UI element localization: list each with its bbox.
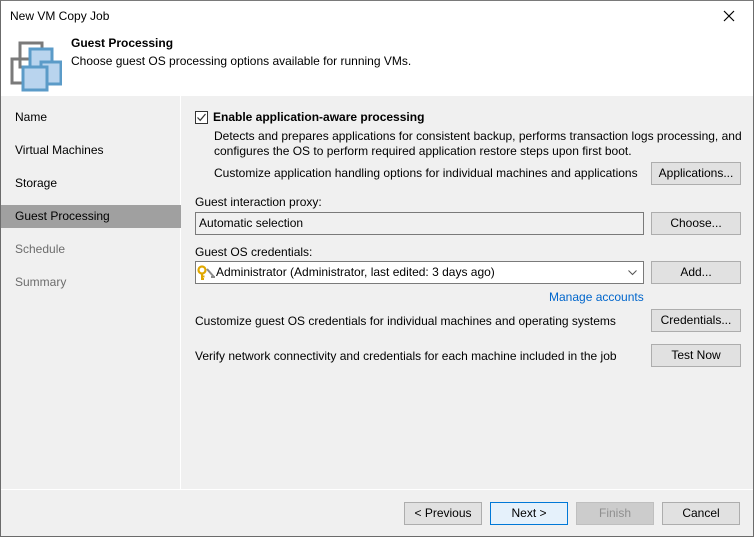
credentials-dropdown[interactable]: Administrator (Administrator, last edite…	[195, 261, 644, 284]
close-button[interactable]	[707, 1, 751, 31]
manage-accounts-link[interactable]: Manage accounts	[549, 290, 644, 304]
title-bar: New VM Copy Job	[1, 1, 753, 31]
wizard-steps: Name Virtual Machines Storage Guest Proc…	[1, 96, 181, 489]
step-summary: Summary	[15, 275, 67, 289]
close-icon	[723, 10, 735, 22]
proxy-field[interactable]: Automatic selection	[195, 212, 644, 235]
app-aware-label[interactable]: Enable application-aware processing	[213, 110, 424, 124]
step-schedule: Schedule	[15, 242, 66, 256]
wizard-footer: < Previous Next > Finish Cancel	[1, 489, 753, 537]
customize-credentials-text: Customize guest OS credentials for indiv…	[195, 314, 616, 328]
add-credentials-button[interactable]: Add...	[651, 261, 741, 284]
credentials-label: Guest OS credentials:	[195, 245, 313, 259]
credentials-selected: Administrator (Administrator, last edite…	[216, 265, 495, 279]
step-virtual-machines[interactable]: Virtual Machines	[1, 139, 181, 162]
checkmark-icon	[197, 113, 206, 122]
app-aware-description-1: Detects and prepares applications for co…	[214, 129, 742, 143]
previous-button[interactable]: < Previous	[404, 502, 482, 525]
page-title: Guest Processing	[71, 36, 174, 50]
app-handling-text: Customize application handling options f…	[214, 166, 638, 180]
step-guest-processing[interactable]: Guest Processing	[1, 205, 181, 228]
vm-copy-icon	[10, 41, 62, 92]
cancel-button[interactable]: Cancel	[662, 502, 740, 525]
new-vm-copy-job-dialog: New VM Copy Job Guest Processing Choose …	[0, 0, 754, 537]
step-storage[interactable]: Storage	[1, 172, 181, 195]
key-icon	[197, 265, 215, 280]
chevron-down-icon	[628, 270, 637, 276]
app-aware-description-2: configures the OS to perform required ap…	[214, 144, 632, 158]
guest-processing-panel: Enable application-aware processing Dete…	[182, 96, 753, 489]
next-button[interactable]: Next >	[490, 502, 568, 525]
app-aware-checkbox[interactable]	[195, 111, 208, 124]
wizard-header: Guest Processing Choose guest OS process…	[1, 31, 753, 96]
page-subtitle: Choose guest OS processing options avail…	[71, 54, 412, 68]
applications-button[interactable]: Applications...	[651, 162, 741, 185]
verify-text: Verify network connectivity and credenti…	[195, 349, 617, 363]
test-now-button[interactable]: Test Now	[651, 344, 741, 367]
window-title: New VM Copy Job	[10, 9, 110, 23]
finish-button: Finish	[576, 502, 654, 525]
credentials-button[interactable]: Credentials...	[651, 309, 741, 332]
proxy-label: Guest interaction proxy:	[195, 195, 322, 209]
step-name[interactable]: Name	[1, 106, 181, 129]
choose-proxy-button[interactable]: Choose...	[651, 212, 741, 235]
